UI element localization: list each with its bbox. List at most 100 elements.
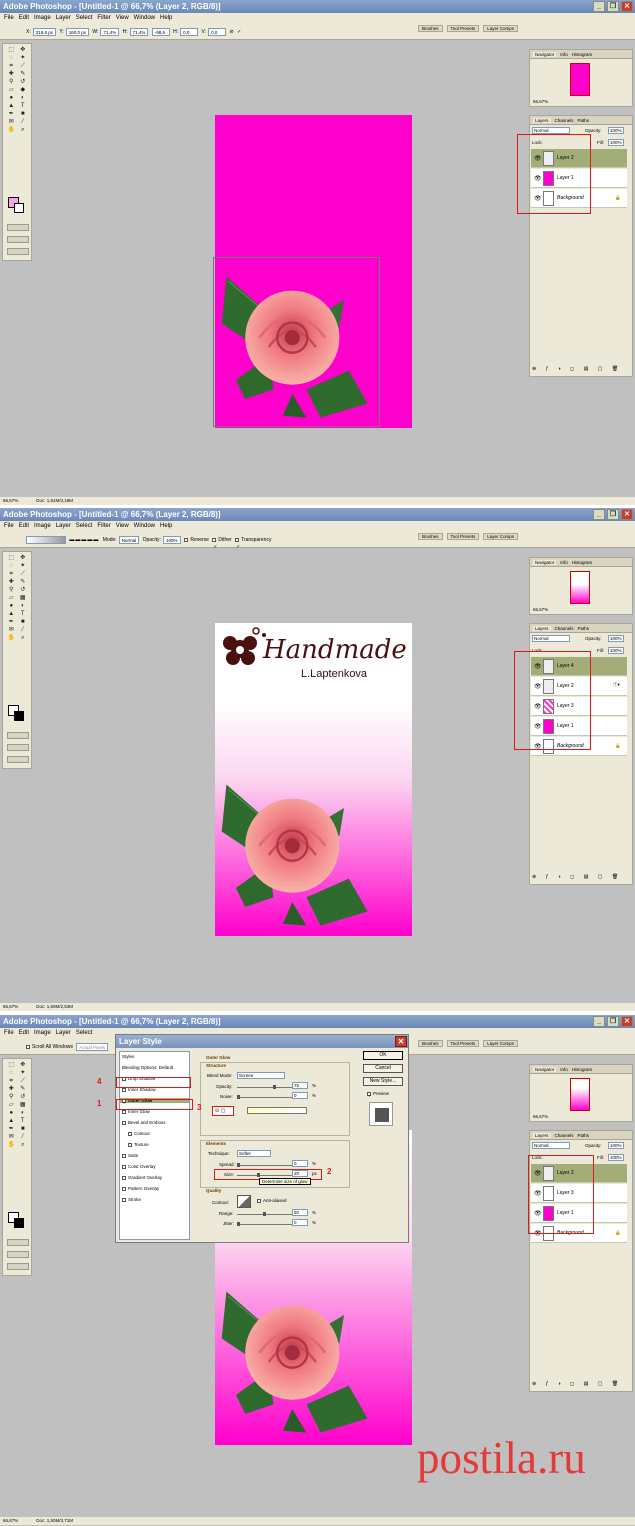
tab-histogram[interactable]: Histogram: [572, 52, 593, 57]
move-tool-icon[interactable]: ✥: [18, 1062, 29, 1069]
doc-size[interactable]: Doc: 1,60M/3,71M: [36, 1518, 73, 1523]
menu-select[interactable]: Select: [76, 523, 93, 529]
quick-mask-buttons[interactable]: [7, 1239, 29, 1246]
inner-shadow-checkbox[interactable]: [122, 1087, 126, 1092]
slider-knob[interactable]: [237, 1163, 240, 1167]
menu-file[interactable]: File: [4, 1030, 14, 1036]
angle-field[interactable]: -98,6: [151, 27, 170, 36]
doc-size[interactable]: Doc: 1,61M/3,18M: [36, 498, 73, 503]
tab-tool-presets[interactable]: Tool Presets: [446, 25, 480, 32]
dodge-tool-icon[interactable]: ◐: [18, 1110, 29, 1117]
tab-info[interactable]: Info: [560, 52, 568, 57]
zoom-level[interactable]: 66,67%: [3, 1004, 18, 1009]
pen-tool-icon[interactable]: ✒: [6, 1126, 17, 1133]
jitter-slider[interactable]: [237, 1224, 292, 1225]
close-button[interactable]: ✕: [621, 509, 633, 520]
notes-tool-icon[interactable]: ✉: [6, 627, 17, 634]
glow-blend-mode-select[interactable]: Screen: [237, 1072, 285, 1079]
restore-button[interactable]: ❐: [607, 1016, 619, 1027]
imageready-button[interactable]: [7, 1263, 29, 1270]
styles-header[interactable]: Styles: [122, 1054, 134, 1059]
magic-wand-icon[interactable]: ✦: [18, 563, 29, 570]
crop-tool-icon[interactable]: ⌗: [6, 63, 17, 70]
imageready-button[interactable]: [7, 248, 29, 255]
clone-stamp-icon[interactable]: ⚲: [6, 79, 17, 86]
antialiased-checkbox[interactable]: [257, 1198, 261, 1203]
tab-channels[interactable]: Channels: [555, 118, 574, 123]
tab-channels[interactable]: Channels: [555, 1133, 574, 1138]
eyedropper-icon[interactable]: ⁄: [18, 119, 29, 126]
new-style-button[interactable]: New Style...: [363, 1077, 403, 1086]
style-stroke[interactable]: Stroke: [122, 1197, 141, 1202]
ok-button[interactable]: OK: [363, 1051, 403, 1060]
glow-opacity-slider[interactable]: [237, 1087, 292, 1088]
fill-field[interactable]: 100%: [608, 139, 624, 146]
commit-transform-icon[interactable]: ✓: [237, 29, 241, 35]
range-field[interactable]: 50: [292, 1209, 308, 1216]
style-pattern-overlay[interactable]: Pattern Overlay: [122, 1186, 159, 1191]
navigator-thumbnail[interactable]: [570, 63, 590, 96]
document-canvas[interactable]: Handmade L.Laptenkova: [215, 623, 412, 936]
tab-brushes[interactable]: Brushes: [418, 25, 443, 32]
contour-checkbox[interactable]: [128, 1131, 132, 1136]
tab-tool-presets[interactable]: Tool Presets: [446, 533, 480, 540]
gradient-tool-icon[interactable]: ▦: [18, 595, 29, 602]
clone-stamp-icon[interactable]: ⚲: [6, 1094, 17, 1101]
hand-tool-icon[interactable]: ✋: [6, 127, 17, 134]
layer-footer-buttons[interactable]: ⊕ ƒ ◑ ◻ ▤ ▢ 🗑: [532, 366, 630, 374]
healing-brush-icon[interactable]: ✚: [6, 71, 17, 78]
tab-layer-comps[interactable]: Layer Comps: [483, 1040, 519, 1047]
navigator-thumbnail[interactable]: [570, 571, 590, 604]
menu-window[interactable]: Window: [134, 523, 155, 529]
scroll-all-checkbox[interactable]: [26, 1044, 30, 1049]
move-tool-icon[interactable]: ✥: [18, 47, 29, 54]
lasso-tool-icon[interactable]: ◌: [6, 55, 17, 62]
hand-tool-icon[interactable]: ✋: [6, 635, 17, 642]
menu-image[interactable]: Image: [34, 1030, 51, 1036]
pen-tool-icon[interactable]: ✒: [6, 111, 17, 118]
blur-tool-icon[interactable]: ●: [6, 603, 17, 610]
style-gradient-overlay[interactable]: Gradient Overlay: [122, 1175, 162, 1180]
tab-histogram[interactable]: Histogram: [572, 560, 593, 565]
color-overlay-checkbox[interactable]: [122, 1164, 126, 1169]
width-field[interactable]: 71,4%: [100, 27, 120, 36]
bevel-checkbox[interactable]: [122, 1120, 126, 1125]
jitter-field[interactable]: 0: [292, 1219, 308, 1226]
preview-checkbox[interactable]: ✓: [367, 1091, 372, 1098]
opacity-field[interactable]: 100%: [608, 127, 624, 134]
path-select-icon[interactable]: ▲: [6, 611, 17, 618]
marquee-tool-icon[interactable]: ⬚: [6, 555, 17, 562]
slider-knob[interactable]: [237, 1095, 240, 1099]
menu-window[interactable]: Window: [134, 15, 155, 21]
menu-image[interactable]: Image: [34, 15, 51, 21]
close-button[interactable]: ✕: [621, 1, 633, 12]
clone-stamp-icon[interactable]: ⚲: [6, 587, 17, 594]
brush-tool-icon[interactable]: ✎: [18, 1086, 29, 1093]
menu-view[interactable]: View: [116, 523, 129, 529]
stroke-checkbox[interactable]: [122, 1197, 126, 1202]
height-field[interactable]: 71,4%: [129, 27, 149, 36]
menu-help[interactable]: Help: [160, 523, 172, 529]
eraser-icon[interactable]: ▱: [6, 1102, 17, 1109]
style-color-overlay[interactable]: Color Overlay: [122, 1164, 156, 1169]
dodge-tool-icon[interactable]: ◐: [18, 95, 29, 102]
healing-brush-icon[interactable]: ✚: [6, 579, 17, 586]
menu-layer[interactable]: Layer: [56, 15, 71, 21]
opacity-field[interactable]: 100%: [608, 635, 624, 642]
healing-brush-icon[interactable]: ✚: [6, 1086, 17, 1093]
tab-layers[interactable]: Layers: [533, 626, 551, 631]
style-bevel-emboss[interactable]: Bevel and Emboss: [122, 1120, 166, 1125]
layer-effects-icon[interactable]: ⓕ▾: [613, 682, 620, 688]
zoom-level[interactable]: 66,67%: [3, 498, 18, 503]
notes-tool-icon[interactable]: ✉: [6, 1134, 17, 1141]
tab-layer-comps[interactable]: Layer Comps: [483, 25, 519, 32]
v-skew-field[interactable]: 0,0: [208, 27, 227, 36]
spread-slider[interactable]: [237, 1165, 292, 1166]
shape-tool-icon[interactable]: ■: [18, 111, 29, 118]
tab-paths[interactable]: Paths: [578, 626, 590, 631]
shape-tool-icon[interactable]: ■: [18, 1126, 29, 1133]
quick-mask-buttons[interactable]: [7, 732, 29, 739]
x-field[interactable]: 219,5 px: [32, 27, 56, 36]
screen-mode-buttons[interactable]: [7, 1251, 29, 1258]
navigator-zoom[interactable]: 66,67%: [533, 607, 548, 612]
